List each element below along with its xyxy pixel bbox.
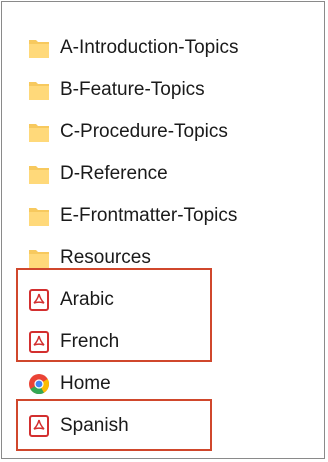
list-item-label: Home [60,373,111,394]
list-item-b-feature-topics[interactable]: B-Feature-Topics [28,74,308,106]
list-item-label: B-Feature-Topics [60,79,205,100]
list-item-label: Resources [60,247,151,268]
list-item-label: A-Introduction-Topics [60,37,239,58]
pdf-icon [28,330,50,354]
chrome-icon [28,372,50,396]
folder-icon [28,120,50,144]
list-item-spanish[interactable]: Spanish [28,410,308,442]
list-item-label: Spanish [60,415,129,436]
list-item-label: E-Frontmatter-Topics [60,205,238,226]
list-item-label: Arabic [60,289,114,310]
folder-icon [28,246,50,270]
folder-icon [28,36,50,60]
file-list-panel: A-Introduction-Topics B-Feature-Topics C… [1,1,325,459]
list-item-french[interactable]: French [28,326,308,358]
folder-icon [28,78,50,102]
list-item-home[interactable]: Home [28,368,308,400]
list-item-label: D-Reference [60,163,168,184]
list-item-d-reference[interactable]: D-Reference [28,158,308,190]
folder-icon [28,162,50,186]
pdf-icon [28,288,50,312]
file-list: A-Introduction-Topics B-Feature-Topics C… [2,2,324,458]
list-item-resources[interactable]: Resources [28,242,308,274]
list-item-a-introduction-topics[interactable]: A-Introduction-Topics [28,32,308,64]
list-item-label: French [60,331,120,352]
list-item-e-frontmatter-topics[interactable]: E-Frontmatter-Topics [28,200,308,232]
list-item-c-procedure-topics[interactable]: C-Procedure-Topics [28,116,308,148]
list-item-arabic[interactable]: Arabic [28,284,308,316]
folder-icon [28,204,50,228]
pdf-icon [28,414,50,438]
list-item-label: C-Procedure-Topics [60,121,228,142]
